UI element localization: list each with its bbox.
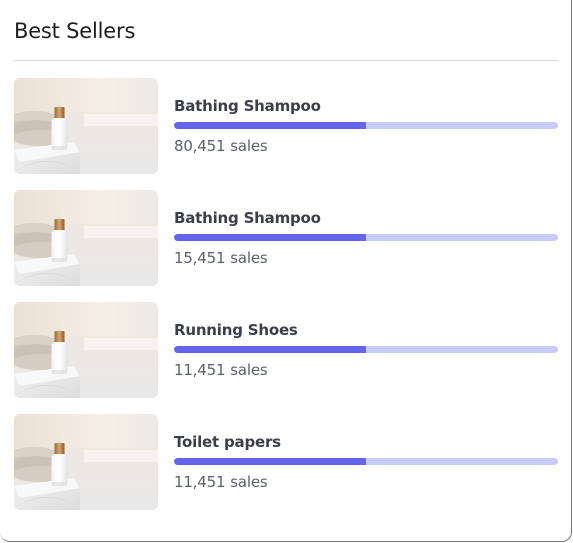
list-item[interactable]: Toilet papers 11,451 sales <box>14 414 558 510</box>
product-name[interactable]: Toilet papers <box>174 432 281 452</box>
sales-progress-fill <box>174 234 366 241</box>
title-divider <box>14 60 558 61</box>
product-info: Running Shoes 11,451 sales <box>174 302 558 398</box>
product-image-icon[interactable] <box>14 78 158 174</box>
sales-unit: sales <box>230 361 268 379</box>
product-info: Bathing Shampoo 80,451 sales <box>174 78 558 174</box>
sales-unit: sales <box>230 249 268 267</box>
product-image-icon[interactable] <box>14 302 158 398</box>
sales-unit: sales <box>230 473 268 491</box>
sales-progress-bar <box>174 234 558 241</box>
sales-number: 11,451 <box>174 361 226 379</box>
sales-number: 80,451 <box>174 137 226 155</box>
product-info: Bathing Shampoo 15,451 sales <box>174 190 558 286</box>
best-sellers-card: Best Sellers Bathing Shampoo 80,451 sales… <box>0 0 572 542</box>
sales-number: 15,451 <box>174 249 226 267</box>
list-item[interactable]: Bathing Shampoo 15,451 sales <box>14 190 558 286</box>
sales-number: 11,451 <box>174 473 226 491</box>
best-sellers-list: Bathing Shampoo 80,451 sales Bathing Sham… <box>14 78 558 526</box>
sales-progress-bar <box>174 122 558 129</box>
sales-unit: sales <box>230 137 268 155</box>
sales-count: 11,451 sales <box>174 472 268 492</box>
product-image-icon[interactable] <box>14 190 158 286</box>
sales-count: 15,451 sales <box>174 248 268 268</box>
sales-progress-bar <box>174 458 558 465</box>
list-item[interactable]: Running Shoes 11,451 sales <box>14 302 558 398</box>
product-info: Toilet papers 11,451 sales <box>174 414 558 510</box>
card-title: Best Sellers <box>14 19 136 43</box>
sales-progress-fill <box>174 122 366 129</box>
sales-progress-fill <box>174 346 366 353</box>
product-image-icon[interactable] <box>14 414 158 510</box>
list-item[interactable]: Bathing Shampoo 80,451 sales <box>14 78 558 174</box>
sales-count: 80,451 sales <box>174 136 268 156</box>
sales-progress-bar <box>174 346 558 353</box>
product-name[interactable]: Bathing Shampoo <box>174 208 321 228</box>
product-name[interactable]: Bathing Shampoo <box>174 96 321 116</box>
sales-progress-fill <box>174 458 366 465</box>
sales-count: 11,451 sales <box>174 360 268 380</box>
product-name[interactable]: Running Shoes <box>174 320 298 340</box>
